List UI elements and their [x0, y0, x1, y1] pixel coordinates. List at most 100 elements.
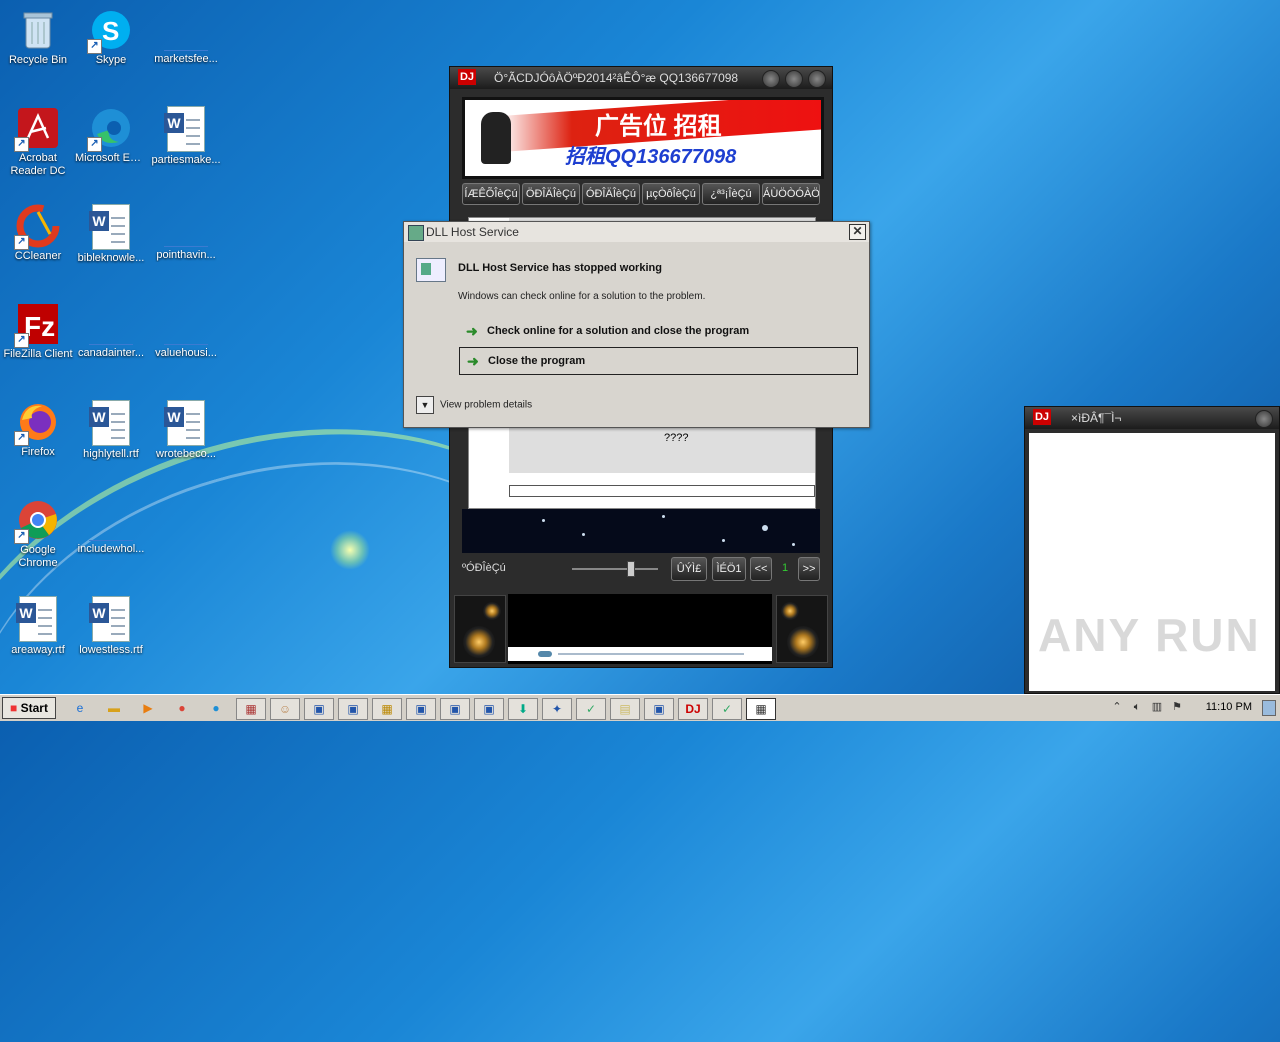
desktop-icon-filezilla[interactable]: Fz ↗ FileZilla Client [0, 296, 76, 388]
desktop-icon-pointhavin[interactable]: pointhavin... [148, 198, 224, 290]
taskbar-dj-app[interactable]: DJ [678, 698, 708, 720]
check-online-option[interactable]: ➜ Check online for a solution and close … [459, 318, 856, 344]
dj-tab-2[interactable]: ÖÐÎÄÎèÇú [522, 183, 580, 205]
desktop-icon-label: areaway.rtf [11, 644, 65, 656]
dj-side-close-button[interactable] [1255, 410, 1273, 428]
media-player-taskbar-icon[interactable]: ▶ [134, 698, 162, 718]
desktop-icon-label: pointhavin... [156, 249, 216, 261]
volume-slider-track[interactable] [572, 568, 658, 570]
edge-taskbar-icon[interactable]: ● [202, 698, 230, 718]
dj-tab-3[interactable]: ÓÐÎÄÎèÇú [582, 183, 640, 205]
start-button[interactable]: ■ Start [2, 697, 56, 719]
desktop-icon-valuehousi[interactable]: valuehousi... [148, 296, 224, 388]
dj-control-bar: ºÓÐÎèÇú ÛÝÌ£ ÌÉÖ1 << 1 >> [450, 557, 832, 581]
desktop-icon-wrotebeco[interactable]: W wrotebeco... [148, 394, 224, 486]
show-desktop-button[interactable] [1262, 700, 1276, 716]
desktop-icon-lowestless[interactable]: W lowestless.rtf [73, 590, 149, 682]
taskbar-app-2[interactable]: ☺ [270, 698, 300, 720]
desktop-icon-acrobat[interactable]: ↗ Acrobat Reader DC [0, 100, 76, 192]
dj-tab-1[interactable]: ÍÆÊÕÎèÇú [462, 183, 520, 205]
taskbar-app-9[interactable]: ⬇ [508, 698, 538, 720]
taskbar-app-6[interactable]: ▣ [406, 698, 436, 720]
dj-player-title: Ö°ÃCDJÓôÀÖºÐ2014²âÊÔ°æ QQ136677098 [494, 71, 739, 85]
ad-banner[interactable]: 广告位 招租 招租QQ136677098 [462, 97, 824, 179]
green-arrow-icon: ➜ [466, 323, 478, 339]
desktop-icon-chrome[interactable]: ↗ Google Chrome [0, 492, 76, 584]
dj-player-titlebar[interactable]: DJ Ö°ÃCDJÓôÀÖºÐ2014²âÊÔ°æ QQ136677098 [450, 67, 832, 89]
close-button[interactable] [808, 70, 826, 88]
blank-file-icon [89, 318, 133, 345]
view-details-toggle[interactable]: ▼ View problem details [416, 396, 532, 414]
progress-thumb[interactable] [538, 651, 552, 657]
taskbar-app-8[interactable]: ▣ [474, 698, 504, 720]
tray-expand-icon[interactable]: ⌃ [1110, 700, 1124, 714]
desktop-icon-label: FileZilla Client [3, 348, 73, 360]
chrome-taskbar-icon[interactable]: ● [168, 698, 196, 718]
dj-progress-scroll[interactable] [508, 647, 772, 661]
dj-tab-4[interactable]: µçÒôÎèÇú [642, 183, 700, 205]
taskbar-app-1[interactable]: ▦ [236, 698, 266, 720]
edge-icon: ↗ [87, 106, 133, 152]
minimize-button[interactable] [762, 70, 780, 88]
desktop-icon-includewhol[interactable]: includewhol... [73, 492, 149, 584]
dj-tab-5[interactable]: ¿ª³¡ÎèÇú [702, 183, 760, 205]
explorer-taskbar-icon[interactable]: ▬ [100, 698, 128, 718]
firefox-icon: ↗ [14, 400, 60, 446]
taskbar-app-5[interactable]: ▦ [372, 698, 402, 720]
dj-tab-6[interactable]: ÁÙÖÒÓÀÖ [762, 183, 820, 205]
dialog-titlebar[interactable]: DLL Host Service ✕ [404, 222, 869, 242]
clock[interactable]: 11:10 PM [1206, 701, 1252, 713]
ie-taskbar-icon[interactable]: e [66, 698, 94, 718]
dialog-subtext: Windows can check online for a solution … [458, 291, 706, 302]
dj-button-2[interactable]: ÌÉÖ1 [712, 557, 746, 581]
dialog-close-button[interactable]: ✕ [849, 224, 866, 240]
dj-button-1[interactable]: ÛÝÌ£ [671, 557, 707, 581]
page-number: 1 [782, 562, 789, 574]
network-icon[interactable]: ▥ [1150, 700, 1164, 714]
flag-icon[interactable]: ⚑ [1170, 700, 1184, 714]
desktop-icon-canadainter[interactable]: canadainter... [73, 296, 149, 388]
anyrun-watermark: ANY RUN [1038, 609, 1261, 661]
desktop-icon-bibleknowle[interactable]: W bibleknowle... [73, 198, 149, 290]
desktop-icon-skype[interactable]: S ↗ Skype [73, 2, 149, 94]
taskbar-app-12[interactable]: ▤ [610, 698, 640, 720]
next-page-button[interactable]: >> [798, 557, 820, 581]
start-label: Start [20, 701, 48, 715]
view-details-label: View problem details [440, 399, 533, 411]
desktop-icon-label: Acrobat Reader DC [10, 152, 66, 177]
desktop-icon-partiesmake[interactable]: W partiesmake... [148, 100, 224, 192]
desktop-icon-marketsfee[interactable]: marketsfee... [148, 2, 224, 94]
maximize-button[interactable] [785, 70, 803, 88]
taskbar-app-15[interactable]: ▦ [746, 698, 776, 720]
desktop-icon-edge[interactable]: ↗ Microsoft Edge [73, 100, 149, 192]
dj-side-titlebar[interactable]: DJ ×ìÐÂ¶¯Ì¬ [1025, 407, 1279, 429]
volume-icon[interactable]: 🔈︎ [1130, 700, 1144, 714]
prev-page-button[interactable]: << [750, 557, 772, 581]
taskbar-app-14[interactable]: ✓ [712, 698, 742, 720]
green-arrow-icon: ➜ [467, 353, 479, 369]
shortcut-arrow-icon: ↗ [87, 39, 102, 54]
error-dialog[interactable]: DLL Host Service ✕ DLL Host Service has … [403, 221, 870, 428]
taskbar-app-10[interactable]: ✦ [542, 698, 572, 720]
close-program-option[interactable]: ➜ Close the program [459, 347, 858, 375]
taskbar-app-4[interactable]: ▣ [338, 698, 368, 720]
dj-side-logo: DJ [1033, 409, 1051, 425]
desktop-icon-label: marketsfee... [154, 53, 218, 65]
desktop-icon-recycle-bin[interactable]: Recycle Bin [0, 2, 76, 94]
taskbar-app-11[interactable]: ✓ [576, 698, 606, 720]
desktop-icon-firefox[interactable]: ↗ Firefox [0, 394, 76, 486]
taskbar-app-3[interactable]: ▣ [304, 698, 334, 720]
desktop-icon-label: includewhol... [77, 543, 145, 555]
dj-tab-row: ÍÆÊÕÎèÇú ÖÐÎÄÎèÇú ÓÐÎÄÎèÇú µçÒôÎèÇú ¿ª³¡… [462, 183, 822, 205]
desktop-icon-areaway[interactable]: W areaway.rtf [0, 590, 76, 682]
chevron-down-icon: ▼ [416, 396, 434, 414]
taskbar-app-13[interactable]: ▣ [644, 698, 674, 720]
blank-file-icon [164, 318, 208, 345]
desktop-icon-label: Recycle Bin [8, 54, 68, 66]
desktop-icon-highlytell[interactable]: W highlytell.rtf [73, 394, 149, 486]
shortcut-arrow-icon: ↗ [87, 137, 102, 152]
recycle-bin-icon [16, 8, 60, 52]
desktop-icon-ccleaner[interactable]: ↗ CCleaner [0, 198, 76, 290]
volume-slider-thumb[interactable] [627, 561, 635, 577]
taskbar-app-7[interactable]: ▣ [440, 698, 470, 720]
